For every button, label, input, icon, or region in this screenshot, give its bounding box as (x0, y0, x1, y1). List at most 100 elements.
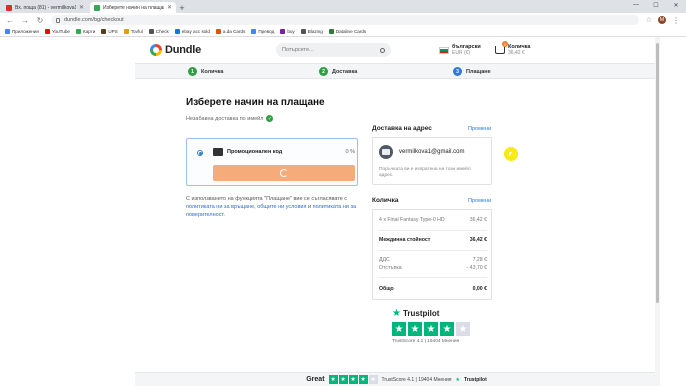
close-window-icon[interactable]: ✕ (666, 0, 686, 10)
dundle-logo[interactable]: Dundle (150, 44, 201, 56)
cart-total: 36,42 € (508, 50, 525, 56)
browser-tab-checkout[interactable]: Изберете начин на плащане | D ✕ (90, 2, 176, 13)
scrollbar-thumb[interactable] (656, 43, 659, 303)
divider (379, 250, 487, 251)
footer-trustscore: TrustScore 4.1 | 19404 Мнения (381, 376, 452, 383)
step-label: Количка (201, 68, 224, 75)
bookmark-item[interactable]: Blazing (300, 29, 323, 34)
cart-button[interactable]: 1 Количка 36,42 € (495, 41, 530, 56)
bookmark-label: a.da Cards (222, 29, 246, 34)
cursor-highlight (504, 147, 518, 161)
bookmark-icon (328, 29, 334, 34)
email-address: vermilkova1@gmail.com (399, 149, 465, 155)
site-header: Dundle Потърсете... български EUR (€) 1 … (135, 37, 658, 63)
bookmark-item[interactable]: buy (280, 29, 295, 34)
footer-trustpilot-bar[interactable]: Great ★ ★ ★ ★ ★ TrustScore 4.1 | 19404 Мнени… (135, 372, 658, 386)
payment-method-card[interactable]: Промоционален код 0 % (186, 138, 358, 186)
search-input[interactable]: Потърсете... (276, 43, 391, 57)
bookmark-item[interactable]: YouTube (44, 29, 70, 34)
page-scrollbar[interactable] (655, 37, 660, 386)
page-right-margin (658, 37, 686, 386)
new-tab-button[interactable]: + (176, 2, 188, 13)
terms-link[interactable]: общите ни условия (257, 204, 306, 210)
pay-button[interactable] (213, 165, 355, 181)
edit-address-link[interactable]: Промени (468, 126, 491, 132)
address-bar[interactable]: dundle.com/bg/checkout (51, 15, 639, 25)
profile-avatar[interactable]: M (658, 16, 666, 24)
step-number: 1 (188, 67, 197, 76)
star-icon: ★ (440, 322, 454, 336)
bookmark-item[interactable]: Dataline Cards (328, 29, 366, 34)
reload-icon[interactable]: ↻ (36, 16, 44, 25)
bookmark-icon (148, 29, 154, 34)
logo-text: Dundle (165, 44, 202, 56)
bookmark-star-icon[interactable]: ☆ (646, 16, 652, 24)
bookmark-item[interactable]: ebay acc sold (174, 29, 210, 34)
dundle-logo-icon (150, 44, 162, 56)
close-tab-icon[interactable]: ✕ (167, 4, 172, 11)
star-icon: ★ (424, 322, 438, 336)
lock-icon (56, 17, 60, 23)
terms-text: С използването на функцията "Плащане" ви… (186, 195, 361, 219)
tab-title: Изберете начин на плащане | D (103, 4, 164, 11)
loading-spinner-icon (280, 169, 288, 177)
rating-stars: ★ ★ ★ ★ ★ (392, 322, 470, 336)
browser-tab-gmail[interactable]: Вх. поща (81) - vermilkova1@gm ✕ (2, 2, 88, 13)
cart-count-badge: 1 (502, 41, 508, 47)
star-icon: ★ (348, 375, 358, 384)
wallet-icon (213, 147, 223, 156)
bookmark-item[interactable]: Tovful (123, 29, 143, 34)
bookmark-icon (251, 29, 257, 34)
bulgaria-flag-icon (439, 46, 449, 54)
step-cart[interactable]: 1 Количка (188, 67, 223, 76)
star-icon: ★ (456, 322, 470, 336)
bookmark-item[interactable]: a.da Cards (215, 29, 246, 34)
edit-cart-link[interactable]: Промени (468, 198, 491, 204)
trustpilot-logo: ★ Trustpilot (392, 308, 470, 319)
bookmark-icon (101, 29, 107, 34)
subtotal-value: 36,42 € (469, 237, 487, 243)
bookmark-item[interactable]: Приложения (5, 29, 39, 34)
back-icon[interactable]: ← (6, 16, 14, 25)
tab-title: Вх. поща (81) - vermilkova1@gm (15, 4, 76, 11)
minimize-icon[interactable]: — (626, 0, 646, 10)
checkout-steps: 1 Количка 2 Доставка 3 Плащане (135, 63, 658, 79)
step-delivery[interactable]: 2 Доставка (319, 67, 357, 76)
delivery-note-text: Незабавна доставка по имейл (186, 115, 264, 122)
order-summary: 4 x Final Fantasy Type-0 HD 36,42 € Межд… (372, 209, 492, 300)
page-title: Изберете начин на плащане (186, 97, 325, 108)
bookmark-item[interactable]: Превод (251, 29, 274, 34)
star-icon: ★ (358, 375, 368, 384)
payment-method-label: Промоционален код (227, 148, 283, 155)
bookmark-icon (174, 29, 180, 34)
bookmark-label: YouTube (51, 29, 70, 34)
language-selector[interactable]: български EUR (€) (439, 44, 481, 56)
star-icon: ★ (408, 322, 422, 336)
bookmark-item[interactable]: Карти (75, 29, 95, 34)
total-value: 0,00 € (472, 286, 487, 292)
payment-method-row: Промоционален код 0 % (213, 144, 355, 159)
maximize-icon[interactable]: ☐ (646, 0, 666, 10)
dundle-favicon-icon (94, 4, 100, 11)
bookmarks-bar: Приложения YouTube Карти UPS Tovful Check ebay… (0, 27, 686, 37)
search-icon[interactable] (380, 47, 385, 53)
step-label: Доставка (332, 68, 358, 75)
close-tab-icon[interactable]: ✕ (79, 4, 84, 11)
return-policy-link[interactable]: политиката ни за връщане (186, 204, 254, 210)
forward-icon[interactable]: → (21, 16, 29, 25)
payment-fee: 0 % (345, 148, 355, 155)
bookmark-label: UPS (108, 29, 118, 34)
discount-row: Отстъпка - 43,70 € (379, 265, 487, 271)
bookmark-item[interactable]: UPS (101, 29, 118, 34)
star-icon: ★ (368, 375, 378, 384)
subtotal-label: Междинна стойност (379, 237, 431, 243)
bookmark-item[interactable]: Check (148, 29, 169, 34)
trustpilot-brand: Trustpilot (402, 309, 440, 318)
payment-radio[interactable] (197, 150, 203, 156)
trustpilot-widget[interactable]: ★ Trustpilot ★ ★ ★ ★ ★ TrustScore 4.1 | 1940… (392, 308, 470, 344)
currency-label: EUR (€) (452, 50, 471, 56)
cart-heading: Количка (372, 197, 399, 204)
step-number: 3 (453, 67, 462, 76)
step-number: 2 (319, 67, 328, 76)
menu-kebab-icon[interactable]: ⋮ (672, 16, 680, 25)
